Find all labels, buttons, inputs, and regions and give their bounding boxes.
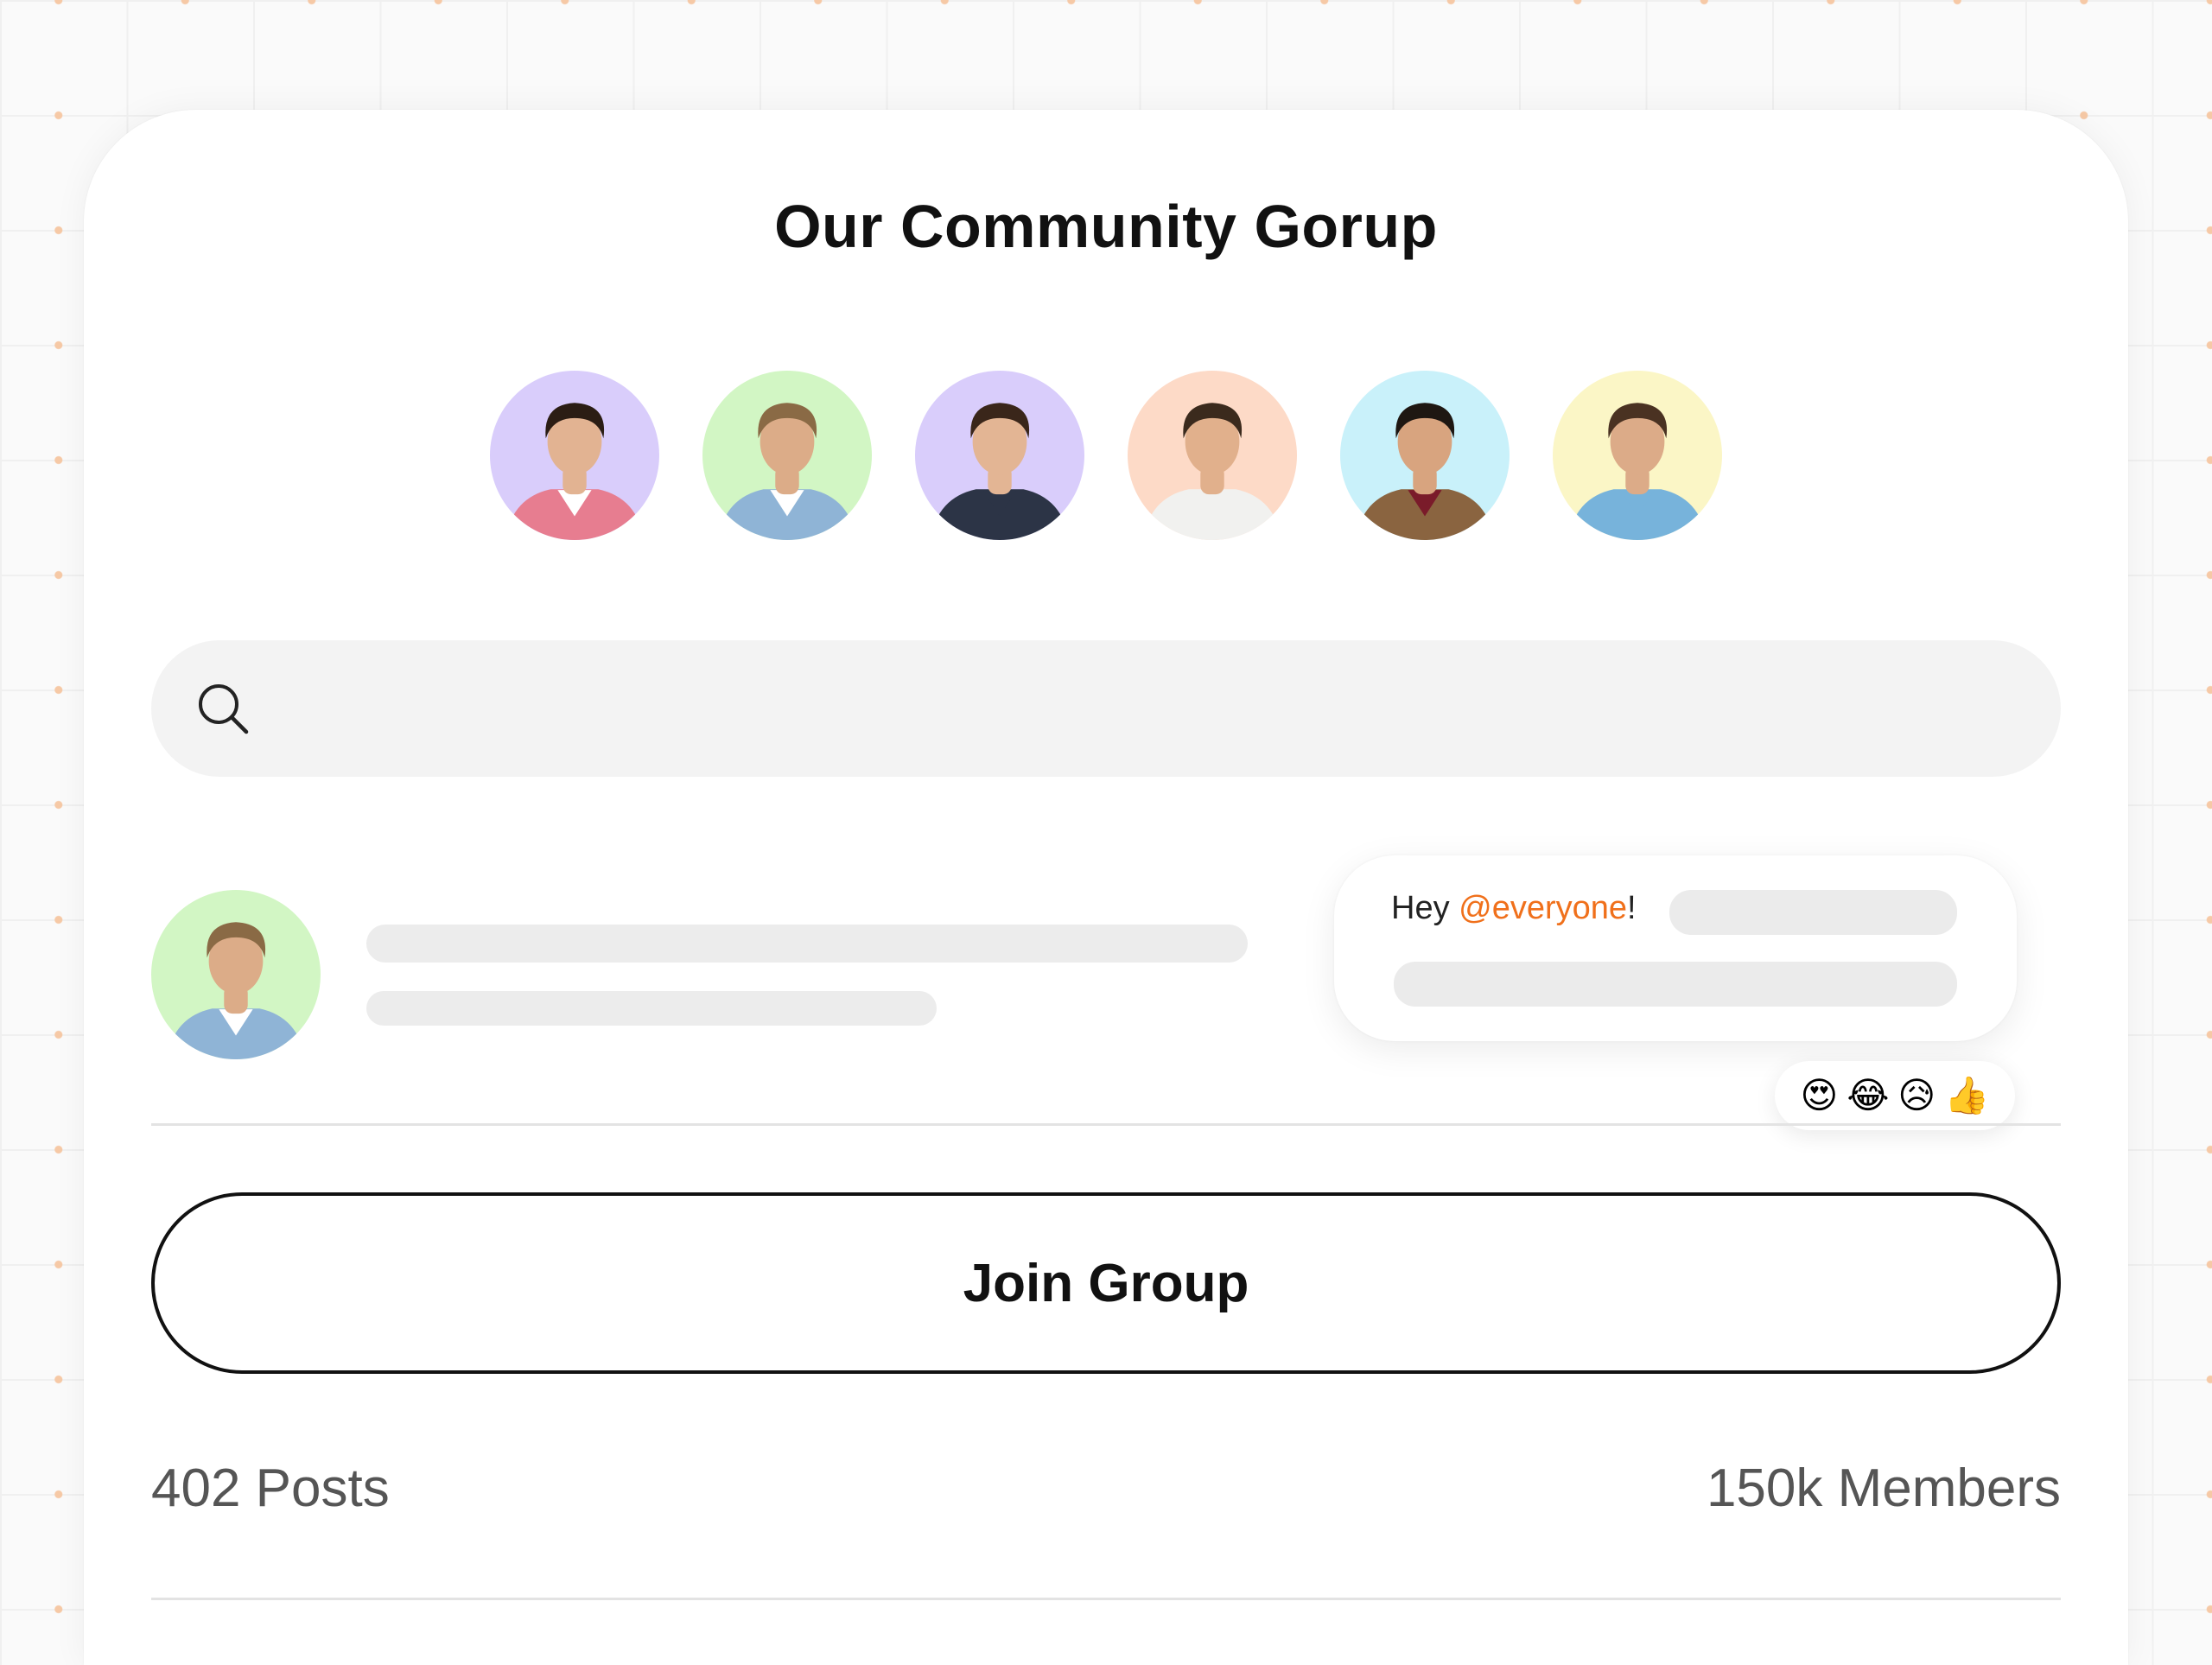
person-portrait-icon (1553, 371, 1722, 540)
person-portrait-icon (702, 371, 872, 540)
group-title: Our Community Gorup (774, 193, 1438, 260)
member-avatar-2[interactable] (702, 371, 872, 540)
bottom-divider (151, 1598, 2061, 1600)
reaction-bar: 😍 😂 😥 👍 (1775, 1061, 2015, 1130)
community-card: Our Community Gorup Hey @everyone! 😍 😂 😥… (84, 110, 2128, 1665)
heart-eyes-emoji-icon[interactable]: 😍 (1801, 1077, 1839, 1114)
member-avatar-3[interactable] (915, 371, 1084, 540)
mention-everyone[interactable]: @everyone (1459, 890, 1627, 926)
post-author-avatar[interactable] (151, 890, 321, 1059)
member-avatar-4[interactable] (1128, 371, 1297, 540)
member-avatar-6[interactable] (1553, 371, 1722, 540)
sad-emoji-icon[interactable]: 😥 (1897, 1077, 1936, 1114)
search-bar[interactable] (151, 640, 2061, 778)
chat-line-placeholder-1 (1669, 890, 1957, 935)
person-portrait-icon (1340, 371, 1510, 540)
thumbs-up-emoji-icon[interactable]: 👍 (1944, 1077, 1989, 1114)
members-count: 150k Members (1706, 1458, 2061, 1518)
laughing-emoji-icon[interactable]: 😂 (1847, 1077, 1889, 1114)
person-portrait-icon (490, 371, 659, 540)
person-portrait-icon (1128, 371, 1297, 540)
chat-bubble: Hey @everyone! (1334, 855, 2017, 1041)
join-group-button[interactable]: Join Group (151, 1192, 2061, 1374)
person-portrait-icon (915, 371, 1084, 540)
member-avatars (84, 371, 2128, 540)
post-line-placeholder-1 (366, 925, 1248, 963)
chat-line-placeholder-2 (1394, 962, 1957, 1007)
search-icon[interactable] (194, 680, 251, 737)
search-input[interactable] (281, 640, 2012, 778)
section-divider (151, 1123, 2061, 1126)
posts-count: 402 Posts (151, 1458, 390, 1518)
person-portrait-icon (151, 890, 321, 1059)
post-line-placeholder-2 (366, 991, 937, 1026)
chat-message: Hey @everyone! (1391, 890, 1637, 926)
member-avatar-5[interactable] (1340, 371, 1510, 540)
member-avatar-1[interactable] (490, 371, 659, 540)
